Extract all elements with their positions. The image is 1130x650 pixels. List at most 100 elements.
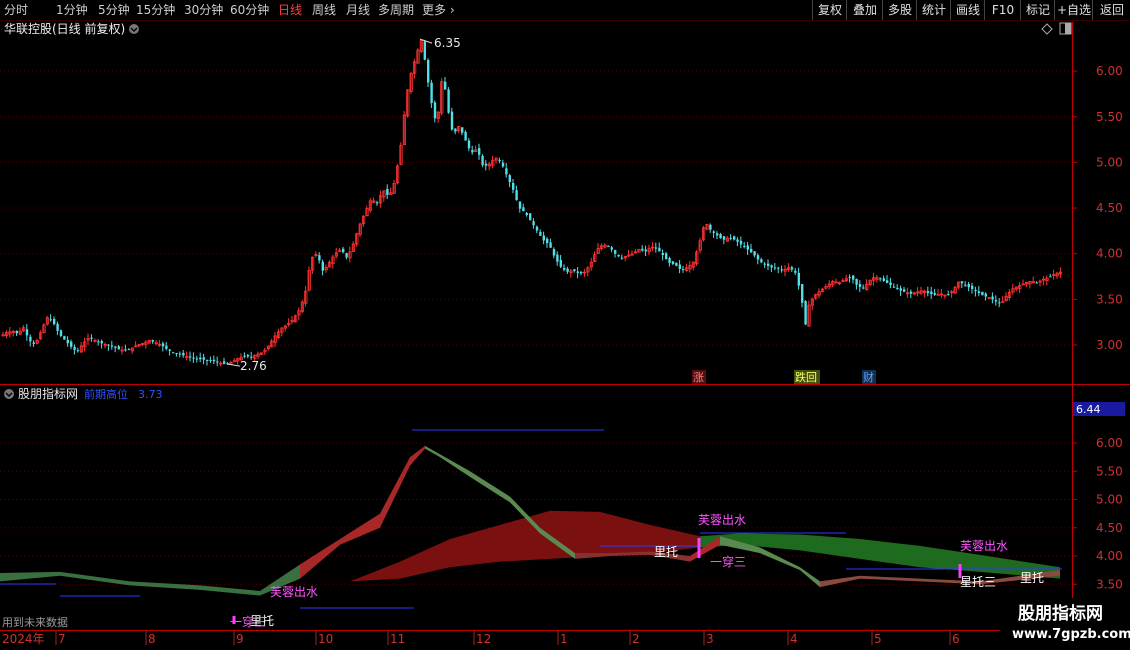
candle-body: [620, 257, 624, 259]
candle-body: [556, 254, 559, 262]
candle-body: [25, 329, 29, 336]
candle-body: [665, 253, 668, 260]
month-label-2: 9: [236, 632, 244, 646]
candle-body: [767, 263, 770, 267]
indicator-price-label-3: 4.50: [1096, 521, 1123, 535]
candle-body: [501, 162, 505, 167]
candle-body: [933, 293, 936, 295]
candle-body: [926, 291, 930, 294]
candle-body: [801, 284, 804, 303]
candle-body: [678, 264, 681, 269]
candle-body: [539, 232, 542, 236]
candle-body: [209, 360, 212, 362]
candle-body: [644, 249, 647, 252]
candle-body: [515, 190, 518, 201]
title-dropdown-icon[interactable]: [129, 24, 139, 34]
low-pointer: [227, 363, 241, 367]
candle-body: [886, 280, 889, 283]
candle-body: [709, 224, 712, 230]
signal-8: 里托: [1020, 571, 1044, 585]
candle-body: [206, 359, 209, 361]
candle-body: [56, 323, 59, 331]
candle-body: [172, 352, 175, 354]
stock-chart[interactable]: 6.00 5.50 5.00 4.50 4.00 3.50 3.00 6.00 5.50 5.00…: [0, 0, 1130, 650]
candle-body: [903, 289, 906, 292]
candle-body: [117, 346, 120, 350]
candle-body: [641, 248, 644, 251]
candle-body: [345, 253, 348, 258]
candle-body: [481, 155, 484, 166]
candle-body: [994, 300, 998, 302]
candle-body: [974, 289, 977, 292]
candle-body: [535, 226, 539, 231]
candle-body: [202, 357, 205, 360]
main-title: 华联控股(日线 前复权): [4, 21, 125, 36]
month-label-9: 4: [790, 632, 798, 646]
candle-body: [991, 296, 994, 300]
candle-body: [199, 357, 202, 360]
candle-body: [512, 182, 515, 190]
candle-body: [542, 235, 545, 241]
candle-body: [32, 342, 35, 344]
candle-body: [736, 239, 739, 242]
candle-body: [216, 361, 219, 363]
candle-body: [212, 359, 216, 362]
diamond-icon[interactable]: [1041, 23, 1053, 35]
candle-body: [753, 251, 756, 256]
candle-body: [552, 249, 556, 256]
candle-body: [532, 221, 535, 226]
indicator-name: 股朋指标网: [18, 386, 78, 401]
candle-body: [607, 246, 610, 248]
indicator-price-label-5: 3.50: [1096, 577, 1123, 591]
month-label-5: 12: [476, 632, 491, 646]
candle-body: [671, 261, 675, 264]
candle-body: [794, 270, 797, 273]
watermark-title: 股朋指标网: [1018, 603, 1103, 624]
candle-body: [546, 238, 549, 244]
candle-body: [936, 293, 940, 296]
candle-body: [967, 283, 970, 288]
event-marker-0: 涨: [693, 371, 704, 384]
candle-body: [444, 81, 447, 90]
candle-body: [508, 175, 511, 183]
candle-body: [114, 346, 117, 348]
watermark-url: www.7gpzb.com: [1012, 627, 1130, 642]
signal-5: 一穿三: [710, 554, 746, 569]
candle-body: [73, 346, 76, 350]
signal-6: 芙蓉出水: [960, 539, 1008, 553]
candle-body: [896, 287, 899, 290]
candle-body: [525, 213, 528, 216]
indicator-dropdown-icon[interactable]: [4, 389, 14, 399]
candle-body: [675, 262, 678, 266]
candle-body: [178, 353, 182, 355]
candle-body: [195, 358, 199, 360]
candle-body: [930, 291, 933, 295]
candle-body: [175, 353, 178, 355]
candle-body: [855, 278, 858, 285]
candle-body: [70, 341, 73, 347]
candle-body: [743, 245, 746, 248]
candle-body: [722, 236, 726, 240]
candle-body: [573, 269, 576, 271]
indicator-price-label-0: 6.00: [1096, 436, 1123, 450]
candle-body: [161, 343, 165, 347]
candle-body: [529, 213, 532, 221]
candle-body: [151, 340, 154, 342]
candle-body: [433, 102, 437, 119]
candle-body: [848, 276, 851, 278]
candle-body: [49, 319, 52, 321]
indicator-price-label-2: 5.00: [1096, 493, 1123, 507]
candle-body: [232, 360, 236, 363]
candle-body: [981, 291, 984, 296]
candle-body: [971, 285, 974, 290]
candle-body: [318, 255, 321, 261]
candle-body: [614, 250, 617, 254]
candle-body: [549, 242, 552, 248]
candle-body: [223, 361, 226, 364]
month-label-6: 1: [560, 632, 568, 646]
candle-body: [478, 148, 481, 155]
candle-body: [342, 248, 345, 253]
signal-7: 星托三: [960, 575, 996, 589]
candle-body: [960, 281, 964, 284]
main-price-label-6: 3.00: [1096, 338, 1123, 352]
